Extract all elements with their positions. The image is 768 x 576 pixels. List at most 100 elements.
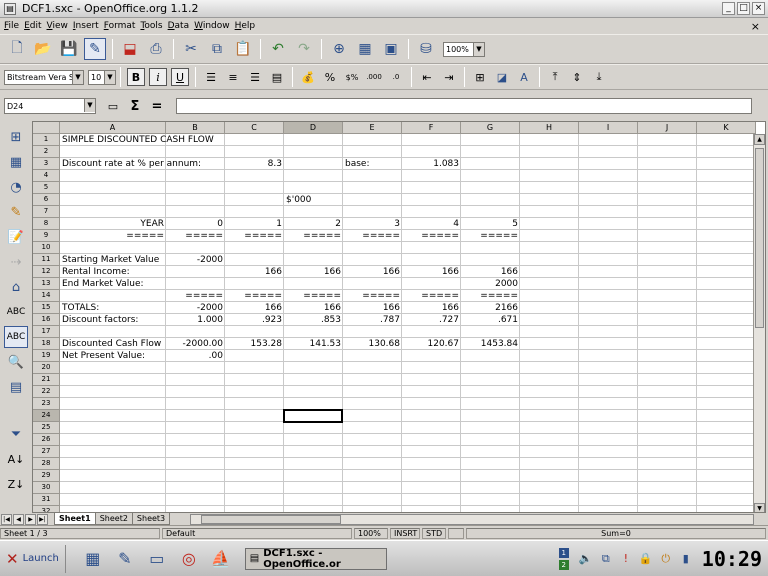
row-header[interactable]: 24 (33, 410, 60, 422)
align-bottom-icon[interactable]: ⤓ (590, 68, 608, 86)
column-header[interactable]: K (697, 122, 756, 134)
cell-c3[interactable]: 8.3 (225, 158, 284, 170)
row-header[interactable]: 2 (33, 146, 60, 158)
row-header[interactable]: 14 (33, 290, 60, 302)
cell-e12[interactable]: 166 (343, 266, 402, 278)
cell-g18[interactable]: 1453.84 (461, 338, 520, 350)
cell-a13[interactable]: End Market Value: (60, 278, 146, 290)
cell-b16[interactable]: 1.000 (166, 314, 225, 326)
row-header[interactable]: 31 (33, 494, 60, 506)
spellcheck-icon[interactable]: ABC (4, 301, 28, 323)
power-icon[interactable]: ⏻ (658, 551, 674, 567)
menu-window[interactable]: Window (194, 21, 230, 31)
scrollbar-thumb[interactable] (755, 148, 764, 328)
column-header[interactable]: A (60, 122, 166, 134)
find-replace-icon[interactable]: 🔍 (4, 351, 28, 373)
first-sheet-icon[interactable]: |◀ (1, 513, 12, 525)
cell-a1[interactable]: SIMPLE DISCOUNTED CASH FLOW (60, 134, 216, 146)
underline-button[interactable]: U (171, 68, 189, 86)
row-header[interactable]: 16 (33, 314, 60, 326)
print-icon[interactable]: ⎙ (145, 38, 167, 60)
launch-button[interactable]: ✕ Launch (0, 544, 66, 573)
align-middle-icon[interactable]: ⇕ (568, 68, 586, 86)
cell-e8[interactable]: 3 (343, 218, 402, 230)
justify-icon[interactable]: ▤ (268, 68, 286, 86)
taskbar-window-button[interactable]: ▤ DCF1.sxc - OpenOffice.or (244, 547, 387, 570)
help-launcher-icon[interactable]: ◎ (176, 546, 202, 572)
spreadsheet-grid[interactable]: ABCDEFGHIJK 1 2 3 4 5 6 7 8 9 10 11 12 13 14 15 16 17 18 1… (32, 121, 766, 513)
row-header[interactable]: 17 (33, 326, 60, 338)
auto-spellcheck-icon[interactable]: ABC (4, 326, 28, 348)
menu-file[interactable]: File (4, 21, 19, 31)
menu-format[interactable]: Format (104, 21, 136, 31)
cell-e15[interactable]: 166 (343, 302, 402, 314)
zoom-indicator[interactable]: 100% (354, 528, 388, 539)
lock-icon[interactable]: 🔒 (638, 551, 654, 567)
function-autopilot-icon[interactable]: ▭ (104, 97, 122, 115)
add-decimal-button[interactable]: .000 (365, 68, 383, 86)
next-sheet-icon[interactable]: ▶ (25, 513, 36, 525)
row-header[interactable]: 8 (33, 218, 60, 230)
page-style[interactable]: Default (162, 528, 352, 539)
column-header[interactable]: H (520, 122, 579, 134)
cell-f3[interactable]: 1.083 (402, 158, 461, 170)
cell-g13[interactable]: 2000 (461, 278, 520, 290)
borders-icon[interactable]: ⊞ (471, 68, 489, 86)
cell-f16[interactable]: .727 (402, 314, 461, 326)
cell-f9[interactable]: ===== (402, 230, 461, 242)
cell-g15[interactable]: 2166 (461, 302, 520, 314)
maximize-button[interactable]: □ (737, 2, 750, 15)
row-header[interactable]: 7 (33, 206, 60, 218)
cell-c15[interactable]: 166 (225, 302, 284, 314)
font-name-select[interactable]: Bitstream Vera S ▼ (4, 69, 84, 85)
menu-insert[interactable]: Insert (73, 21, 99, 31)
cell-c16[interactable]: .923 (225, 314, 284, 326)
cell-c9[interactable]: ===== (225, 230, 284, 242)
cell-c8[interactable]: 1 (225, 218, 284, 230)
column-header[interactable]: C (225, 122, 284, 134)
redo-icon[interactable]: ↷ (293, 38, 315, 60)
cell-f14[interactable]: ===== (402, 290, 461, 302)
copy-icon[interactable]: ⧉ (206, 38, 228, 60)
form-functions-icon[interactable]: 📝 (4, 226, 28, 248)
paste-icon[interactable]: 📋 (232, 38, 254, 60)
data-pilot-icon[interactable]: ▤ (4, 376, 28, 398)
cell-c14[interactable]: ===== (225, 290, 284, 302)
cut-icon[interactable]: ✂ (180, 38, 202, 60)
menu-data[interactable]: Data (168, 21, 190, 31)
percent-format-button[interactable]: % (321, 68, 339, 86)
font-size-select[interactable]: 10 ▼ (88, 69, 116, 85)
row-header[interactable]: 13 (33, 278, 60, 290)
increase-indent-icon[interactable]: ⇥ (440, 68, 458, 86)
cell-e9[interactable]: ===== (343, 230, 402, 242)
writer-launcher-icon[interactable]: ✎ (112, 546, 138, 572)
cell-b18[interactable]: -2000.00 (166, 338, 225, 350)
column-header[interactable]: E (343, 122, 402, 134)
close-button[interactable]: × (752, 2, 765, 15)
row-header[interactable]: 5 (33, 182, 60, 194)
cell-b15[interactable]: -2000 (166, 302, 225, 314)
background-color-icon[interactable]: ◪ (493, 68, 511, 86)
row-header[interactable]: 22 (33, 386, 60, 398)
row-header[interactable]: 29 (33, 470, 60, 482)
cell-g8[interactable]: 5 (461, 218, 520, 230)
row-header[interactable]: 25 (33, 422, 60, 434)
bold-button[interactable]: B (127, 68, 145, 86)
autofilter-icon[interactable]: ⏷ (4, 423, 28, 445)
name-box[interactable]: D24 ▼ (4, 98, 96, 114)
cell-b9[interactable]: ===== (166, 230, 225, 242)
sort-descending-icon[interactable]: Z↓ (4, 473, 28, 495)
column-header[interactable]: F (402, 122, 461, 134)
cell-a3[interactable]: Discount rate at % per annum: (60, 158, 203, 170)
cell-d14[interactable]: ===== (284, 290, 343, 302)
sheet-tab-2[interactable]: Sheet2 (94, 513, 133, 525)
calc-launcher-icon[interactable]: ▦ (80, 546, 106, 572)
insert-object-icon[interactable]: ◔ (4, 176, 28, 198)
insert-mode[interactable]: INSRT (390, 528, 420, 539)
gallery-icon[interactable]: ▣ (380, 38, 402, 60)
cell-g14[interactable]: ===== (461, 290, 520, 302)
row-header[interactable]: 32 (33, 506, 60, 512)
file-manager-launcher-icon[interactable]: ⛵ (208, 546, 234, 572)
document-icon[interactable]: ▤ (4, 2, 16, 15)
terminal-launcher-icon[interactable]: ▭ (144, 546, 170, 572)
